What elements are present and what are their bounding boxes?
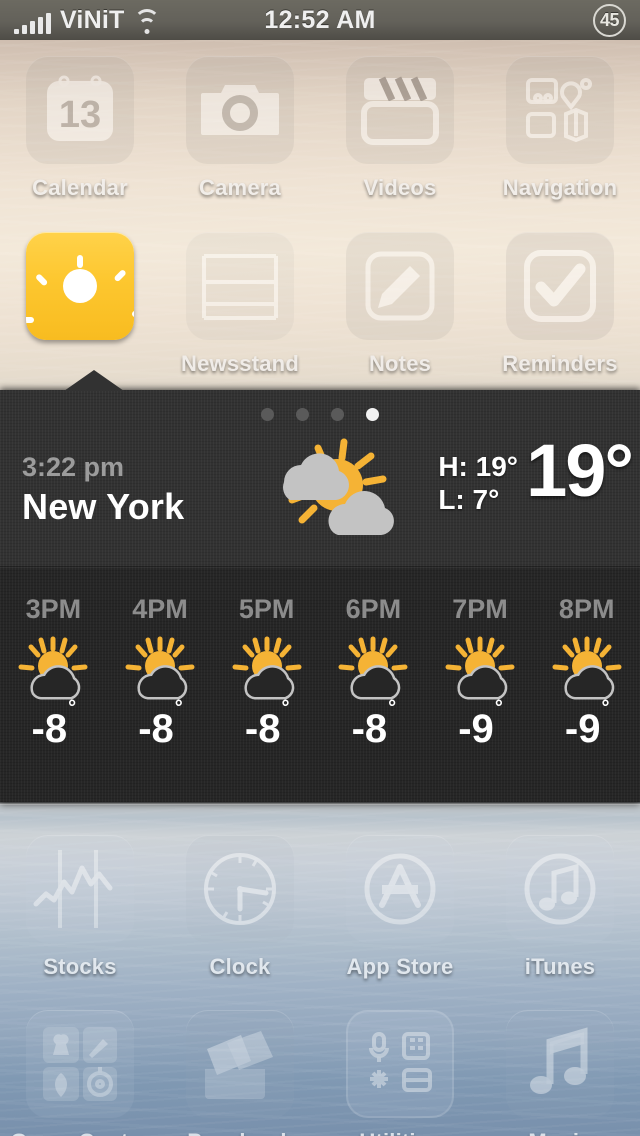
widget-pointer-arrow [64,370,124,391]
page-dot-3[interactable] [331,408,344,421]
passbook-icon [186,1010,294,1118]
hourly-item[interactable]: 4PM -8° [107,568,214,802]
stocks-chart-icon [26,835,134,943]
app-videos[interactable]: Videos [320,56,480,201]
app-label-newsstand: Newsstand [181,351,299,376]
page-dot-4-active[interactable] [366,408,379,421]
widget-high-low: H: 19° L: 7° [438,450,518,516]
calendar-icon: 13 [26,56,134,164]
app-reminders[interactable]: Reminders [480,232,640,377]
sun-behind-cloud-icon [123,635,197,701]
app-label-videos: Videos [363,175,437,200]
sun-behind-cloud-icon [230,635,304,701]
weather-widget-panel[interactable]: 3:22 pm New York H: 19° L: 7° 19° 3PM -8… [0,370,640,805]
app-label-app-store: App Store [346,954,454,979]
hourly-item[interactable]: 8PM -9° [533,568,640,802]
status-bar-right: 45 [593,3,626,37]
hour-label: 3PM [25,594,82,624]
widget-high-label: H: 19° [438,451,518,482]
hour-temp: -8° [351,696,397,751]
app-navigation-folder[interactable]: Navigation [480,56,640,201]
home-row-4: Game Center Passbook [0,1010,640,1136]
app-weather[interactable] [0,232,160,377]
app-notes[interactable]: Notes [320,232,480,377]
widget-local-time: 3:22 pm [22,452,125,482]
hour-label: 4PM [132,594,188,624]
app-utilities-folder[interactable]: Utilities [320,1010,480,1136]
home-screen: ViNiT 12:52 AM 45 13 Calendar Camera Vid… [0,0,640,1136]
hour-temp: -9° [564,696,610,751]
app-game-center[interactable]: Game Center [0,1010,160,1136]
game-center-icon [26,1010,134,1118]
app-label-clock: Clock [209,954,271,979]
page-dot-2[interactable] [296,408,309,421]
battery-percent-badge: 45 [593,3,626,37]
sun-behind-cloud-icon [16,635,90,701]
notes-pencil-icon [346,232,454,340]
app-label-game-center: Game Center [10,1129,149,1136]
sun-behind-clouds-icon [252,428,402,546]
weather-widget-current: 3:22 pm New York H: 19° L: 7° 19° [0,390,640,566]
widget-page-dots[interactable] [0,408,640,421]
sun-behind-cloud-icon [443,635,517,701]
home-row-3: Stocks Clock App Store iTunes [0,835,640,980]
hourly-item[interactable]: 5PM -8° [213,568,320,802]
hour-label: 7PM [452,594,508,624]
app-camera[interactable]: Camera [160,56,320,201]
reminders-checkmark-icon [506,232,614,340]
weather-sun-icon [26,232,134,340]
newsstand-shelf-icon [186,232,294,340]
status-bar-clock: 12:52 AM [264,5,376,34]
widget-city-name: New York [22,486,185,527]
app-itunes[interactable]: iTunes [480,835,640,980]
navigation-folder-icon [506,56,614,164]
hourly-item[interactable]: 6PM -8° [320,568,427,802]
app-label-stocks: Stocks [43,954,117,979]
app-passbook[interactable]: Passbook [160,1010,320,1136]
hour-temp: -9° [458,696,503,751]
hourly-item[interactable]: 7PM -9° [427,568,534,802]
status-bar: ViNiT 12:52 AM 45 [0,0,640,40]
widget-current-temp: 19° [526,429,634,512]
camera-icon [186,56,294,164]
sun-behind-cloud-icon [550,635,624,701]
app-label-navigation: Navigation [502,175,618,200]
app-clock[interactable]: Clock [160,835,320,980]
page-dot-1[interactable] [261,408,274,421]
hour-temp: -8° [244,696,290,751]
app-label-utilities: Utilities [359,1129,440,1136]
sun-behind-cloud-icon [336,635,410,701]
home-row-2: Newsstand Notes Reminders [0,232,640,377]
app-label-reminders: Reminders [502,351,618,376]
app-store-icon [346,835,454,943]
app-label-passbook: Passbook [187,1129,293,1136]
itunes-note-icon [506,835,614,943]
app-label-itunes: iTunes [524,954,596,979]
hour-temp: -8° [31,696,77,751]
app-label-notes: Notes [368,351,432,376]
videos-clapperboard-icon [346,56,454,164]
hour-label: 6PM [345,594,402,624]
music-note-icon [506,1010,614,1118]
hour-temp: -8° [138,696,183,751]
hourly-forecast-strip[interactable]: 3PM -8° 4PM -8° 5PM -8° 6PM -8° 7PM -9° … [0,568,640,802]
clock-face-icon [186,835,294,943]
widget-bottom-edge [0,802,640,805]
svg-text:13: 13 [59,94,101,136]
hour-label: 8PM [558,594,615,624]
app-app-store[interactable]: App Store [320,835,480,980]
hour-label: 5PM [238,594,295,624]
app-music[interactable]: Music [480,1010,640,1136]
app-newsstand[interactable]: Newsstand [160,232,320,377]
app-label-camera: Camera [199,175,281,200]
app-calendar[interactable]: 13 Calendar [0,56,160,201]
utilities-folder-icon [346,1010,454,1118]
hourly-item[interactable]: 3PM -8° [0,568,107,802]
widget-low-label: L: 7° [438,484,500,515]
app-stocks[interactable]: Stocks [0,835,160,980]
home-row-1: 13 Calendar Camera Videos Navigation [0,56,640,201]
app-label-music: Music [528,1129,591,1136]
app-label-calendar: Calendar [32,175,128,200]
